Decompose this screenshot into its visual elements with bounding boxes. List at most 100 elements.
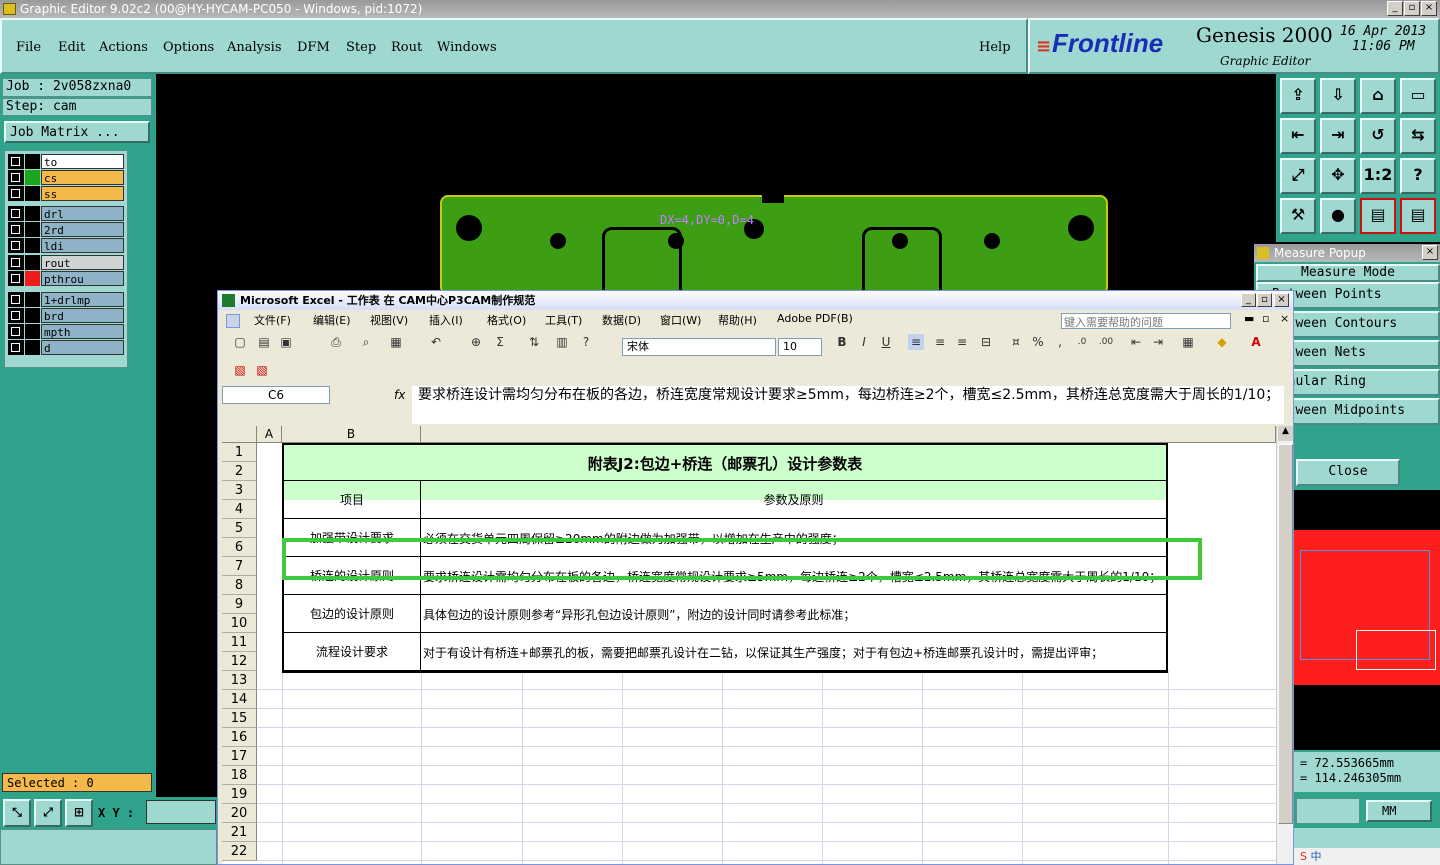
left-arrow-icon[interactable]: ⇤ <box>1280 118 1316 154</box>
corner-cell[interactable] <box>222 426 257 443</box>
col-header-b[interactable]: B <box>282 426 421 443</box>
name-box[interactable]: C6 <box>222 386 330 404</box>
upload-icon[interactable]: ⇪ <box>1280 78 1316 114</box>
excel-menu-tools[interactable]: 工具(T) <box>545 312 582 328</box>
xy-input[interactable] <box>146 800 216 824</box>
excel-restore-button[interactable]: ▫ <box>1257 293 1272 307</box>
align-center-icon[interactable]: ≡ <box>932 334 948 350</box>
font-select[interactable]: 宋体 <box>622 338 776 356</box>
fx-icon[interactable]: fx <box>394 388 405 402</box>
excel-menu-view[interactable]: 视图(V) <box>370 312 408 328</box>
doc-restore-icon[interactable]: ▫ <box>1262 312 1269 325</box>
merge-icon[interactable]: ⊟ <box>978 334 994 350</box>
command-line[interactable] <box>0 829 217 865</box>
center-icon[interactable]: ✥ <box>1320 158 1356 194</box>
row-header[interactable]: 16 <box>222 728 257 747</box>
print-icon[interactable]: ⎙ <box>328 334 344 350</box>
menu-rout[interactable]: Rout <box>391 40 422 55</box>
undo-icon[interactable]: ↶ <box>428 334 444 350</box>
row-desc-cell[interactable]: 具体包边的设计原则参考“异形孔包边设计原则”，附边的设计同时请参考此标准； <box>421 595 1168 633</box>
excel-menu-file[interactable]: 文件(F) <box>254 312 291 328</box>
layer-checkbox[interactable] <box>8 154 24 169</box>
row-header[interactable]: 8 <box>222 576 257 595</box>
layer-name[interactable]: to <box>41 154 124 169</box>
row-header[interactable]: 21 <box>222 823 257 842</box>
excel-minimize-button[interactable]: _ <box>1241 293 1256 307</box>
menu-analysis[interactable]: Analysis <box>227 40 282 55</box>
layer-checkbox[interactable] <box>8 271 24 286</box>
minimize-button[interactable]: _ <box>1387 1 1403 16</box>
layer-name[interactable]: pthrou <box>41 271 124 286</box>
unit-select[interactable]: MM <box>1366 800 1432 822</box>
layer-checkbox[interactable] <box>8 238 24 253</box>
layer-row[interactable]: drl <box>8 206 124 221</box>
preview-icon[interactable]: ⌕ <box>358 334 374 350</box>
layer-name[interactable]: cs <box>41 170 124 185</box>
doc-close-icon[interactable]: × <box>1280 312 1289 325</box>
scroll-up-icon[interactable]: ▲ <box>1278 426 1293 441</box>
layers-red-icon[interactable]: ▤ <box>1400 198 1436 234</box>
layers-icon[interactable]: ▤ <box>1360 198 1396 234</box>
font-color-icon[interactable]: A <box>1248 334 1264 350</box>
menu-dfm[interactable]: DFM <box>297 40 330 55</box>
row-header[interactable]: 22 <box>222 842 257 861</box>
expand-icon[interactable]: ⤢ <box>1280 158 1316 194</box>
scroll-thumb[interactable] <box>1278 444 1293 824</box>
layer-row[interactable]: 1+drlmp <box>8 292 124 307</box>
row-header[interactable]: 3 <box>222 481 257 500</box>
excel-menu-data[interactable]: 数据(D) <box>602 312 641 328</box>
col-header-blank[interactable] <box>421 426 1276 443</box>
formula-bar[interactable]: 要求桥连设计需均匀分布在板的各边，桥连宽度常规设计要求≥5mm，每边桥连≥2个，… <box>412 386 1284 424</box>
row-header[interactable]: 19 <box>222 785 257 804</box>
excel-menu-edit[interactable]: 编辑(E) <box>313 312 351 328</box>
excel-menu-window[interactable]: 窗口(W) <box>660 312 701 328</box>
row-header[interactable]: 17 <box>222 747 257 766</box>
layer-checkbox[interactable] <box>8 222 24 237</box>
col-header-a[interactable]: A <box>257 426 282 443</box>
new-icon[interactable]: ▢ <box>232 334 248 350</box>
layer-row[interactable]: 2rd <box>8 222 124 237</box>
layer-row[interactable]: brd <box>8 308 124 323</box>
comma-icon[interactable]: , <box>1052 334 1068 350</box>
close-button[interactable]: × <box>1421 1 1437 16</box>
layer-row[interactable]: pthrou <box>8 271 124 286</box>
row-header[interactable]: 20 <box>222 804 257 823</box>
chart-icon[interactable]: ▥ <box>554 334 570 350</box>
tools-icon[interactable]: ⚒ <box>1280 198 1316 234</box>
excel-menu-insert[interactable]: 插入(I) <box>429 312 463 328</box>
currency-icon[interactable]: ¤ <box>1008 334 1024 350</box>
row-header[interactable]: 13 <box>222 671 257 690</box>
increase-decimal-icon[interactable]: .0 <box>1074 334 1090 350</box>
layer-name[interactable]: d <box>41 340 124 355</box>
window-icon[interactable]: ▭ <box>1400 78 1436 114</box>
autosum-icon[interactable]: Σ <box>492 334 508 350</box>
sort-icon[interactable]: ⇅ <box>526 334 542 350</box>
layer-row[interactable]: ss <box>8 186 124 201</box>
menu-edit[interactable]: Edit <box>58 40 85 55</box>
table-title[interactable]: 附表J2:包边+桥连（邮票孔）设计参数表 <box>282 443 1168 481</box>
row-header[interactable]: 15 <box>222 709 257 728</box>
rotate-icon[interactable]: ↺ <box>1360 118 1396 154</box>
layer-row[interactable]: to <box>8 154 124 169</box>
measure-close-button[interactable]: Close <box>1296 459 1400 486</box>
layer-checkbox[interactable] <box>8 170 24 185</box>
layer-checkbox[interactable] <box>8 340 24 355</box>
row-header[interactable]: 10 <box>222 614 257 633</box>
layer-checkbox[interactable] <box>8 186 24 201</box>
unit-input[interactable] <box>1296 798 1360 824</box>
outdent-icon[interactable]: ⇤ <box>1128 334 1144 350</box>
italic-icon[interactable]: I <box>856 334 872 350</box>
excel-menu-adobe-pdf[interactable]: Adobe PDF(B) <box>777 312 853 325</box>
row-header[interactable]: 5 <box>222 519 257 538</box>
layer-name[interactable]: ss <box>41 186 124 201</box>
layer-name[interactable]: 2rd <box>41 222 124 237</box>
menu-options[interactable]: Options <box>163 40 214 55</box>
row-item-cell[interactable]: 包边的设计原则 <box>282 595 421 633</box>
grid-tool-icon[interactable]: ⊞ <box>65 799 93 827</box>
pdf-email-icon[interactable]: ▧ <box>254 362 270 378</box>
layer-checkbox[interactable] <box>8 206 24 221</box>
row-header[interactable]: 2 <box>222 462 257 481</box>
row-header[interactable]: 9 <box>222 595 257 614</box>
bold-icon[interactable]: B <box>834 334 850 350</box>
row-item-cell[interactable]: 流程设计要求 <box>282 633 421 671</box>
